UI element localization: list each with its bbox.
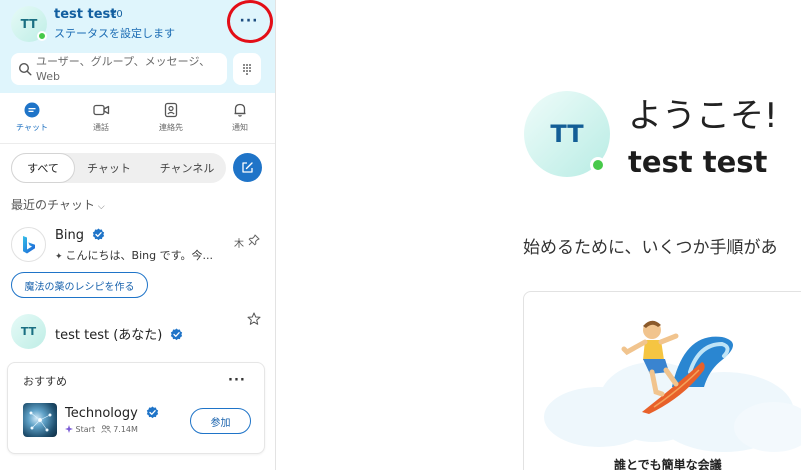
new-chat-button[interactable] (233, 153, 262, 182)
sparkle-icon: ✦ (55, 252, 63, 262)
technology-channel-meta: Start 7.14M (65, 425, 138, 434)
self-avatar: TT (11, 314, 46, 349)
chat-item-self[interactable]: TT test test (あなた) (0, 310, 275, 358)
bing-logo-avatar (11, 227, 46, 262)
surfer-illustration (544, 320, 801, 452)
chat-item-bing-date: 木 (234, 239, 244, 250)
getting-started-text: 始めるために、いくつか手順があ (523, 238, 778, 258)
contacts-icon (164, 102, 178, 118)
skype-app: TT test test ¥0 ステータスを設定します ··· ユーザー、グルー… (0, 0, 801, 470)
nav-tab-chat[interactable]: チャット (2, 102, 62, 133)
nav-tab-calls-label: 通話 (93, 123, 109, 132)
chat-item-bing-preview: ✦ こんにちは、Bing です。今... (55, 247, 213, 263)
verified-badge-icon (171, 328, 183, 341)
presence-online-indicator (37, 31, 47, 41)
technology-channel-thumbnail (23, 403, 57, 437)
search-icon (18, 62, 32, 76)
recommended-channels-card: おすすめ ··· Technology Start 7.14M 参加 (7, 362, 265, 454)
self-name-text: test test (あなた) (55, 328, 163, 343)
technology-channel-name: Technology (65, 406, 159, 421)
start-logo-icon (65, 425, 73, 433)
technology-name-text: Technology (65, 406, 138, 421)
members-icon (100, 425, 111, 433)
welcome-panel: TT ようこそ! test test 始めるために、いくつか手順があ 誰とでも簡… (277, 0, 801, 470)
credit-balance[interactable]: ¥0 (110, 9, 123, 20)
video-icon (92, 104, 109, 116)
welcome-heading: ようこそ! (628, 96, 778, 136)
verified-badge-icon (146, 406, 159, 419)
nav-tab-chat-label: チャット (16, 123, 48, 132)
search-placeholder: ユーザー、グループ、メッセージ、Web (36, 55, 211, 83)
recommended-title: おすすめ (23, 375, 67, 388)
nav-tab-calls[interactable]: 通話 (71, 102, 131, 133)
profile-name[interactable]: test test (54, 7, 117, 22)
meet-now-caption: 誰とでも簡単な会議 (614, 458, 722, 470)
star-icon[interactable] (247, 312, 261, 326)
meet-now-card[interactable]: 誰とでも簡単な会議 (523, 291, 801, 470)
chevron-down-icon: ⌵ (97, 202, 105, 212)
main-nav: チャット 通話 連絡先 通知 (0, 94, 275, 144)
bing-name-text: Bing (55, 228, 85, 243)
chat-filter-tabs: すべて チャット チャンネル (11, 153, 226, 183)
compose-icon (242, 162, 253, 173)
pin-icon[interactable] (248, 234, 260, 246)
bing-preview-text: こんにちは、Bing です。今... (65, 249, 213, 262)
sidebar: TT test test ¥0 ステータスを設定します ··· ユーザー、グルー… (0, 0, 276, 470)
filter-tab-all[interactable]: すべて (11, 153, 75, 183)
profile-header: TT test test ¥0 ステータスを設定します ··· ユーザー、グルー… (0, 0, 275, 93)
bing-icon (22, 235, 35, 253)
highlight-annotation (227, 0, 273, 43)
set-status-link[interactable]: ステータスを設定します (54, 25, 175, 41)
network-graphic-icon (29, 411, 52, 432)
filter-tab-chats[interactable]: チャット (77, 153, 141, 183)
bell-icon (234, 103, 246, 117)
filter-tab-channels[interactable]: チャンネル (151, 153, 223, 183)
join-channel-button[interactable]: 参加 (190, 408, 251, 434)
recent-chats-header[interactable]: 最近のチャット ⌵ (11, 196, 105, 213)
welcome-presence-indicator (590, 157, 606, 173)
dialpad-button[interactable] (233, 53, 261, 85)
nav-tab-notifications-label: 通知 (232, 123, 248, 132)
verified-badge-icon (93, 228, 105, 241)
welcome-user-name: test test (628, 145, 768, 179)
suggested-prompt-button[interactable]: 魔法の薬のレシピを作る (11, 272, 148, 298)
recent-chats-label: 最近のチャット (11, 198, 95, 212)
nav-tab-contacts[interactable]: 連絡先 (141, 102, 201, 133)
chat-item-bing-name: Bing (55, 228, 105, 243)
chat-icon (24, 102, 40, 118)
chat-item-self-name: test test (あなた) (55, 324, 183, 343)
dialpad-icon (243, 64, 251, 75)
recommended-more-button[interactable]: ··· (228, 373, 246, 388)
search-box[interactable]: ユーザー、グループ、メッセージ、Web (11, 53, 227, 85)
meta-member-count: 7.14M (113, 425, 138, 434)
nav-tab-notifications[interactable]: 通知 (210, 102, 270, 133)
nav-tab-contacts-label: 連絡先 (159, 123, 183, 132)
chat-item-bing[interactable]: Bing ✦ こんにちは、Bing です。今... 木 (0, 222, 275, 274)
meta-source: Start (75, 425, 96, 434)
